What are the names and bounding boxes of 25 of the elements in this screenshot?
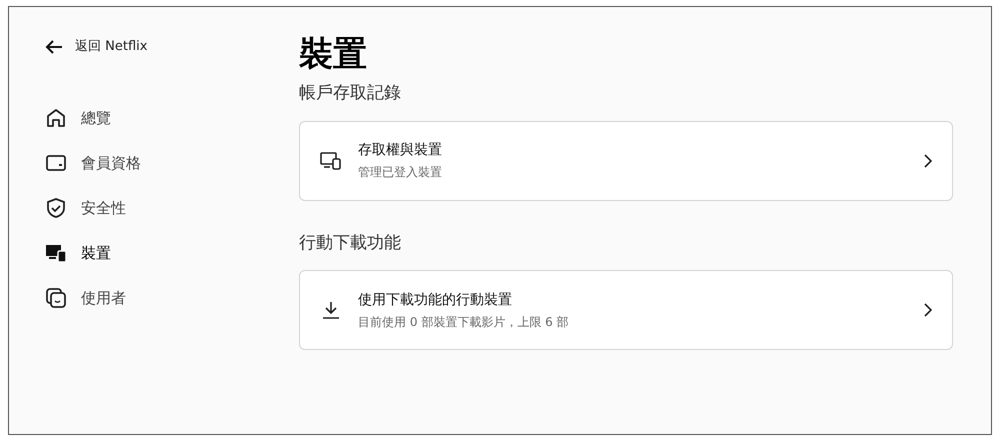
card-subtitle: 目前使用 0 部裝置下載影片，上限 6 部 <box>358 314 569 330</box>
sidebar-item[interactable]: 會員資格 <box>45 150 141 176</box>
section-heading: 行動下載功能 <box>299 232 401 254</box>
devices-icon <box>45 242 67 264</box>
card-title: 存取權與裝置 <box>358 141 442 160</box>
back-link[interactable]: 返回 Netflix <box>45 37 148 57</box>
home-icon <box>45 107 67 129</box>
settings-card[interactable]: 使用下載功能的行動裝置 目前使用 0 部裝置下載影片，上限 6 部 <box>299 270 953 350</box>
sidebar-item[interactable]: 總覽 <box>45 105 111 131</box>
page-title: 裝置 <box>299 33 367 75</box>
card-title: 使用下載功能的行動裝置 <box>358 290 512 310</box>
card-icon <box>45 152 67 174</box>
profile-icon <box>45 287 67 309</box>
card-subtitle: 管理已登入裝置 <box>358 164 442 181</box>
shield-icon <box>45 197 67 219</box>
section-heading: 帳戶存取記錄 <box>299 82 401 105</box>
settings-card[interactable]: 存取權與裝置 管理已登入裝置 <box>299 120 953 200</box>
chevron-right-icon <box>924 154 932 168</box>
chevron-right-icon <box>924 303 932 317</box>
sidebar-item[interactable]: 使用者 <box>45 285 126 311</box>
download-icon <box>320 299 342 321</box>
back-arrow-icon <box>45 40 63 54</box>
devices-icon <box>320 150 342 172</box>
sidebar-item[interactable]: 安全性 <box>45 195 126 221</box>
sidebar-item[interactable]: 裝置 <box>45 240 111 266</box>
